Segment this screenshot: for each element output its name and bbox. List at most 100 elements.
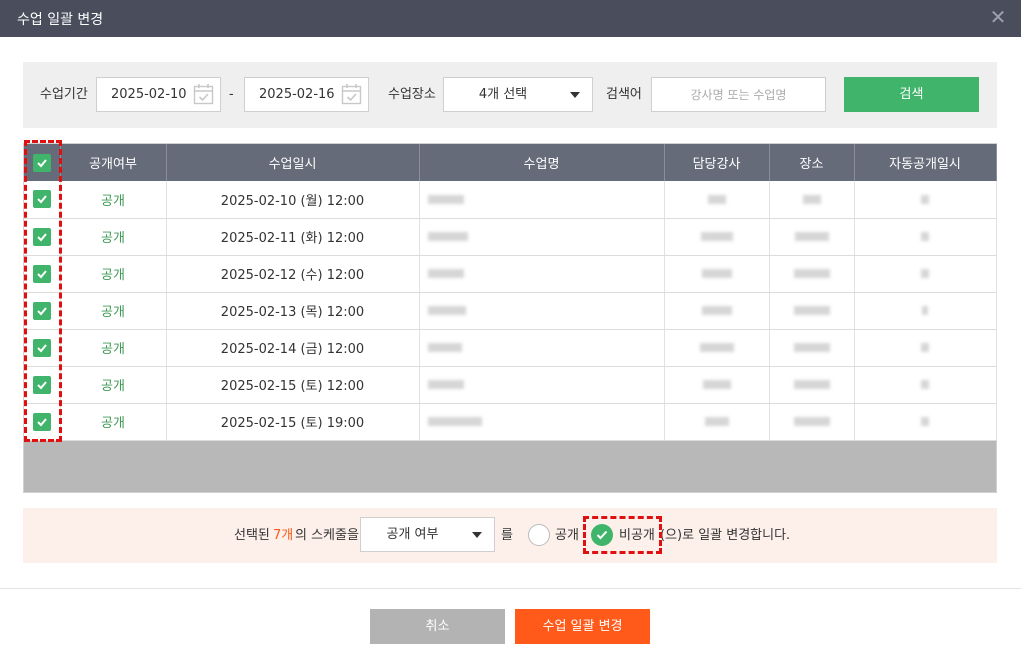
table-row[interactable]: 공개 2025-02-15 (토) 19:00 [24, 403, 997, 441]
row-checkbox[interactable] [32, 227, 51, 246]
redacted-text [793, 380, 830, 389]
bulk-prefix: 선택된 [234, 528, 270, 543]
redacted-text [702, 380, 731, 389]
row-auto-publish [854, 366, 997, 404]
table-row[interactable]: 공개 2025-02-12 (수) 12:00 [24, 255, 997, 293]
row-instructor [664, 181, 770, 219]
table-row[interactable]: 공개 2025-02-13 (목) 12:00 [24, 292, 997, 330]
redacted-text [700, 232, 733, 241]
row-datetime: 2025-02-14 (금) 12:00 [166, 329, 420, 367]
row-datetime: 2025-02-12 (수) 12:00 [166, 255, 420, 293]
row-checkbox-cell[interactable] [24, 181, 61, 219]
table-row[interactable]: 공개 2025-02-14 (금) 12:00 [24, 329, 997, 367]
date-separator: - [229, 87, 234, 102]
row-datetime: 2025-02-11 (화) 12:00 [166, 218, 420, 256]
row-checkbox[interactable] [32, 412, 51, 431]
row-checkbox-cell[interactable] [24, 255, 61, 293]
select-all-checkbox[interactable] [32, 153, 51, 172]
radio-private[interactable] [591, 524, 613, 546]
check-icon [37, 306, 47, 315]
check-icon [37, 232, 47, 241]
calendar-icon[interactable] [341, 83, 362, 105]
row-auto-publish [854, 403, 997, 441]
period-label: 수업기간 [40, 87, 88, 102]
place-select-value: 4개 선택 [478, 87, 528, 102]
end-date-value: 2025-02-16 [259, 87, 335, 102]
redacted-text [427, 269, 464, 278]
search-button[interactable]: 검색 [844, 77, 979, 112]
row-auto-publish [854, 218, 997, 256]
apply-bulk-change-button[interactable]: 수업 일괄 변경 [515, 609, 650, 644]
close-icon[interactable]: ✕ [987, 6, 1009, 28]
keyword-input[interactable] [651, 77, 826, 112]
row-checkbox[interactable] [32, 338, 51, 357]
calendar-icon[interactable] [193, 83, 214, 105]
place-select[interactable]: 4개 선택 [443, 77, 593, 112]
redacted-text [793, 306, 830, 315]
row-status: 공개 [60, 292, 167, 330]
row-class-name [419, 218, 665, 256]
end-date-field[interactable]: 2025-02-16 [244, 77, 369, 112]
radio-public[interactable] [528, 524, 550, 546]
row-auto-publish [854, 181, 997, 219]
row-status: 공개 [60, 403, 167, 441]
row-place [769, 218, 855, 256]
check-icon [37, 158, 47, 167]
redacted-text [701, 269, 732, 278]
row-class-name [419, 366, 665, 404]
place-label: 수업장소 [388, 87, 436, 102]
table-row[interactable]: 공개 2025-02-10 (월) 12:00 [24, 181, 997, 219]
footer-divider [0, 588, 1021, 589]
check-icon [37, 195, 47, 204]
redacted-text [427, 380, 464, 389]
row-checkbox-cell[interactable] [24, 403, 61, 441]
row-checkbox[interactable] [32, 264, 51, 283]
option-private-label[interactable]: 비공개 [619, 508, 655, 563]
row-status: 공개 [60, 255, 167, 293]
check-icon [37, 269, 47, 278]
header-instructor: 담당강사 [664, 144, 770, 181]
row-checkbox[interactable] [32, 375, 51, 394]
row-datetime: 2025-02-15 (토) 19:00 [166, 403, 420, 441]
redacted-text [793, 269, 830, 278]
bulk-ending: (으)로 일괄 변경합니다. [660, 528, 791, 543]
row-class-name [419, 181, 665, 219]
start-date-field[interactable]: 2025-02-10 [96, 77, 221, 112]
table-row[interactable]: 공개 2025-02-11 (화) 12:00 [24, 218, 997, 256]
table-row[interactable]: 공개 2025-02-15 (토) 12:00 [24, 366, 997, 404]
field-select[interactable]: 공개 여부 [360, 517, 495, 552]
row-place [769, 403, 855, 441]
row-checkbox-cell[interactable] [24, 292, 61, 330]
selected-count: 7개 [273, 528, 294, 543]
row-place [769, 255, 855, 293]
row-place [769, 181, 855, 219]
dialog-titlebar: 수업 일괄 변경 ✕ [0, 0, 1021, 37]
row-class-name [419, 329, 665, 367]
cancel-button[interactable]: 취소 [370, 609, 505, 644]
redacted-text [921, 417, 929, 426]
row-status: 공개 [60, 181, 167, 219]
row-checkbox[interactable] [32, 190, 51, 209]
row-checkbox[interactable] [32, 301, 51, 320]
check-icon [37, 417, 47, 426]
row-checkbox-cell[interactable] [24, 218, 61, 256]
check-icon [37, 380, 47, 389]
row-auto-publish [854, 255, 997, 293]
redacted-text [427, 232, 468, 241]
row-status: 공개 [60, 366, 167, 404]
row-class-name [419, 403, 665, 441]
option-public-label[interactable]: 공개 [555, 508, 579, 563]
row-checkbox-cell[interactable] [24, 366, 61, 404]
bulk-particle: 를 [501, 528, 513, 543]
select-all-cell[interactable] [24, 144, 61, 181]
row-datetime: 2025-02-10 (월) 12:00 [166, 181, 420, 219]
redacted-text [794, 232, 829, 241]
redacted-text [793, 417, 830, 426]
row-auto-publish [854, 329, 997, 367]
redacted-text [427, 306, 466, 315]
row-status: 공개 [60, 329, 167, 367]
bulk-suffix: 의 스케줄을 [295, 528, 359, 543]
header-auto-publish: 자동공개일시 [854, 144, 997, 181]
row-checkbox-cell[interactable] [24, 329, 61, 367]
keyword-label: 검색어 [606, 87, 642, 102]
